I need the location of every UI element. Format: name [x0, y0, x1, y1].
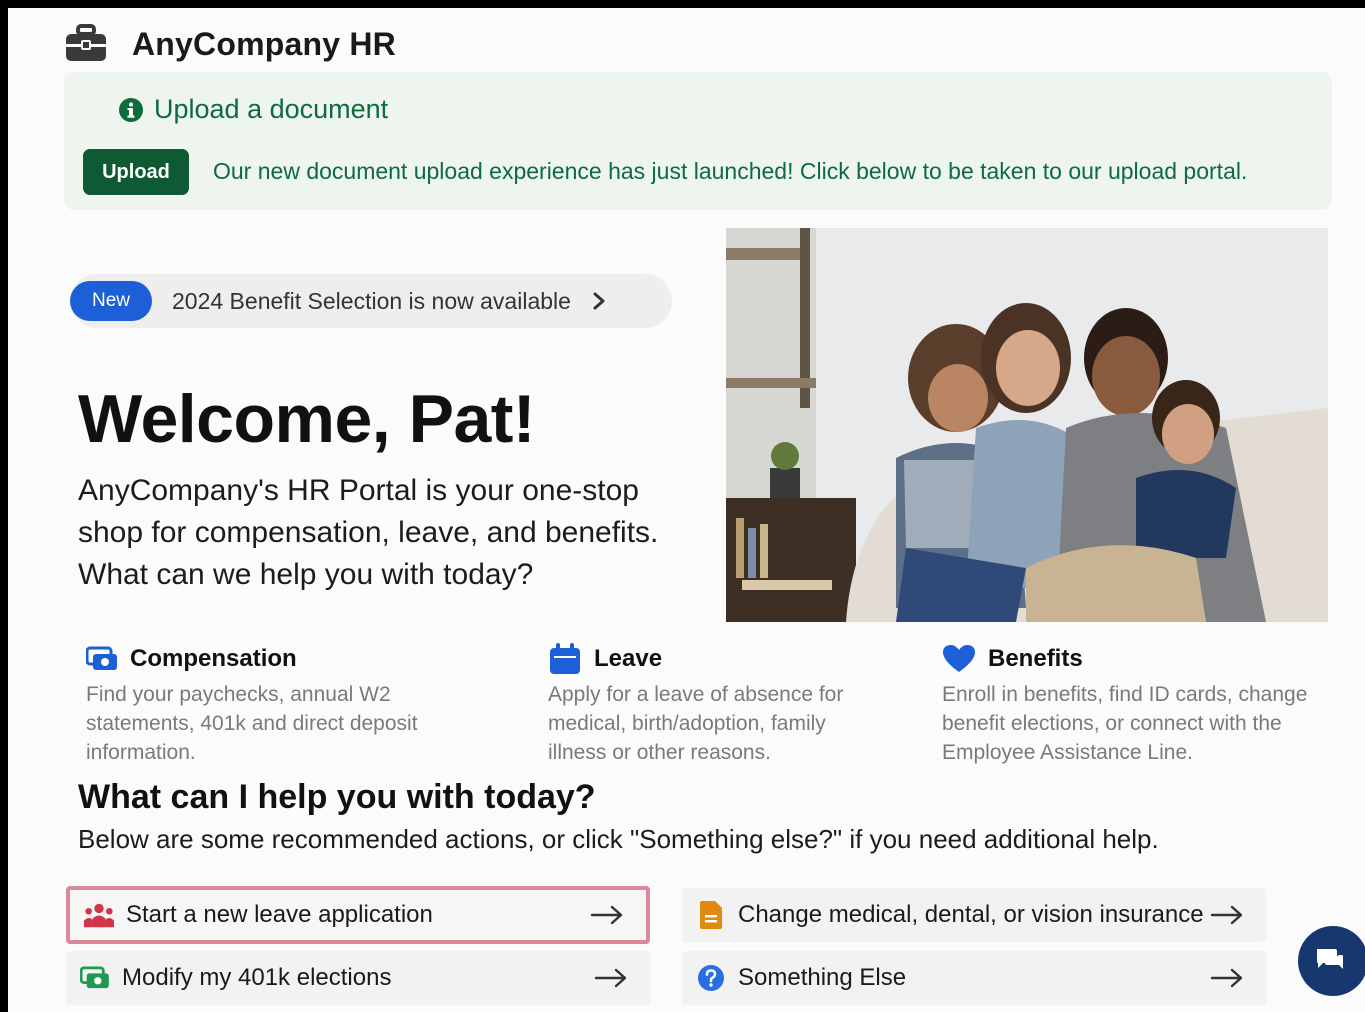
brand-header: AnyCompany HR [64, 24, 396, 64]
category-header: Benefits [942, 644, 1342, 674]
category-header: Compensation [86, 644, 506, 674]
action-label: Start a new leave application [126, 901, 433, 928]
category-description-line: statements, 401k and direct deposit [86, 712, 418, 735]
category-description: Apply for a leave of absence for medical… [548, 680, 908, 767]
action-label: Something Else [738, 964, 907, 991]
category-leave[interactable]: Leave Apply for a leave of absence for m… [548, 643, 908, 767]
money-icon [80, 963, 110, 993]
people-icon [84, 900, 114, 930]
arrow-right-icon [1210, 905, 1243, 925]
something-else-button[interactable]: Something Else [682, 951, 1266, 1005]
action-label: Change medical, dental, or vision insura… [738, 901, 1204, 928]
welcome-intro: AnyCompany's HR Portal is your one-stop … [78, 470, 728, 596]
category-title: Compensation [130, 645, 297, 672]
new-badge: New [70, 281, 152, 321]
benefit-announcement-link[interactable]: New 2024 Benefit Selection is now availa… [70, 274, 672, 328]
category-title: Leave [594, 645, 663, 672]
action-label: Modify my 401k elections [122, 964, 392, 991]
briefcase-icon [66, 24, 106, 61]
alert-title: Upload a document [154, 94, 389, 124]
welcome-heading: Welcome, Pat! [78, 381, 536, 457]
upload-button[interactable]: Upload [83, 149, 189, 195]
category-description: Find your paychecks, annual W2 statement… [86, 680, 506, 767]
money-icon [86, 646, 117, 670]
family-hero-image [726, 228, 1328, 622]
alert-header: Upload a document [118, 94, 388, 125]
category-header: Leave [548, 643, 908, 674]
hr-portal-page: AnyCompany HR Upload a document Upload O… [8, 8, 1365, 1012]
help-subtitle: Below are some recommended actions, or c… [78, 824, 1159, 854]
help-title: What can I help you with today? [78, 778, 596, 816]
calendar-icon [550, 643, 580, 674]
category-title: Benefits [988, 645, 1083, 672]
category-description: Enroll in benefits, find ID cards, chang… [942, 680, 1342, 767]
arrow-right-icon [590, 905, 623, 925]
chevron-right-icon [593, 292, 605, 310]
chat-button[interactable] [1298, 926, 1365, 996]
app-title: AnyCompany HR [132, 25, 396, 62]
category-description-line: benefit elections, or connect with the [942, 712, 1282, 735]
category-description-line: illness or other reasons. [548, 741, 771, 764]
question-icon [696, 963, 726, 993]
category-description-line: medical, birth/adoption, family [548, 712, 826, 735]
intro-line: What can we help you with today? [78, 558, 534, 591]
category-description-line: Employee Assistance Line. [942, 741, 1193, 764]
arrow-right-icon [1210, 968, 1243, 988]
modify-401k-button[interactable]: Modify my 401k elections [66, 951, 650, 1005]
chat-icon [1317, 949, 1343, 969]
category-description-line: Apply for a leave of absence for [548, 683, 844, 706]
upload-alert: Upload a document Upload Our new documen… [64, 72, 1332, 210]
announcement-text: 2024 Benefit Selection is now available [172, 287, 571, 314]
document-icon [696, 900, 726, 930]
start-leave-application-button[interactable]: Start a new leave application [66, 886, 650, 944]
intro-line: AnyCompany's HR Portal is your one-stop [78, 474, 639, 507]
change-insurance-button[interactable]: Change medical, dental, or vision insura… [682, 888, 1266, 942]
info-icon [119, 97, 143, 122]
intro-line: shop for compensation, leave, and benefi… [78, 516, 659, 549]
alert-message: Our new document upload experience has j… [213, 158, 1248, 184]
category-description-line: Enroll in benefits, find ID cards, chang… [942, 683, 1308, 706]
category-compensation[interactable]: Compensation Find your paychecks, annual… [86, 644, 506, 767]
category-description-line: information. [86, 741, 196, 764]
category-benefits[interactable]: Benefits Enroll in benefits, find ID car… [942, 644, 1342, 767]
category-description-line: Find your paychecks, annual W2 [86, 683, 391, 706]
arrow-right-icon [594, 968, 627, 988]
heart-icon [943, 645, 975, 672]
